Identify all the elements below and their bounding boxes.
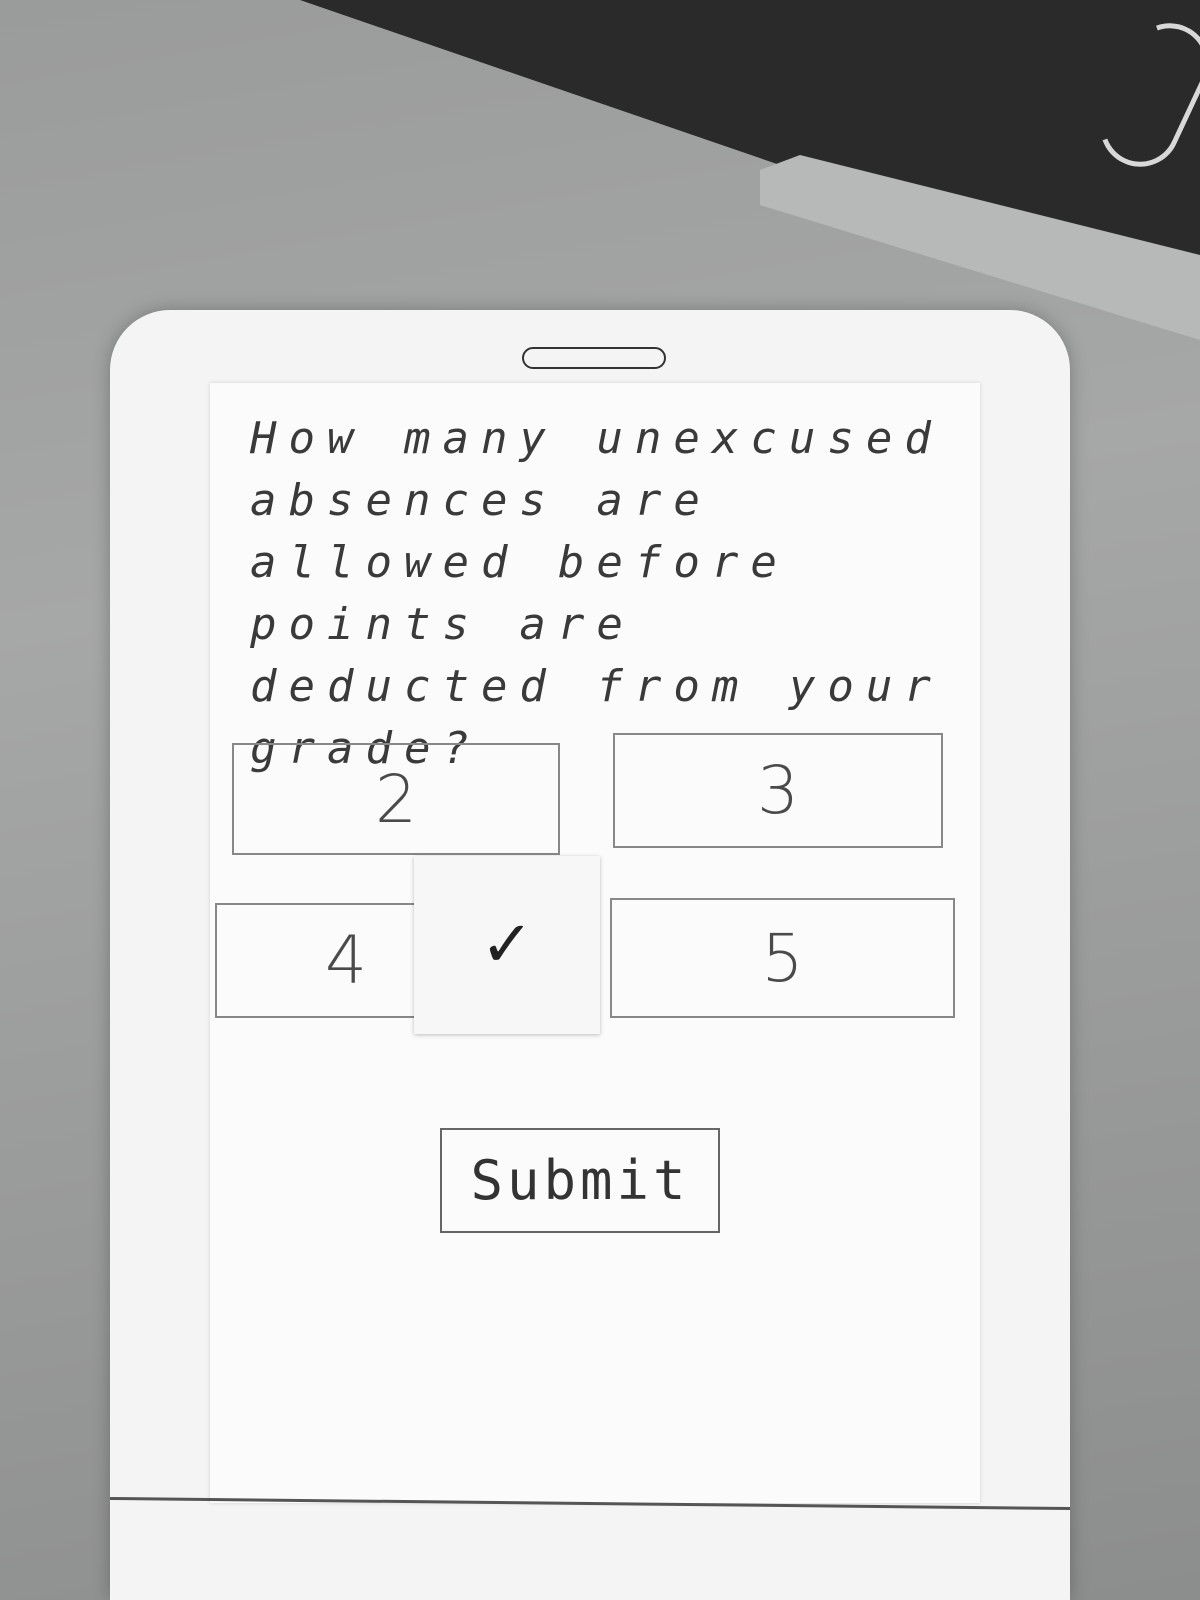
answer-option-2[interactable]: 2 xyxy=(232,743,560,855)
submit-button[interactable]: Submit xyxy=(440,1128,720,1233)
phone-screen: How many unexcused absences are allowed … xyxy=(210,383,980,1503)
question-text: How many unexcused absences are allowed … xyxy=(250,413,943,774)
checkmark-icon: ✓ xyxy=(414,856,600,1034)
answer-option-5[interactable]: 5 xyxy=(610,898,955,1018)
answer-option-3[interactable]: 3 xyxy=(613,733,943,848)
paper-phone-frame: How many unexcused absences are allowed … xyxy=(110,310,1070,1600)
speaker-slot-icon xyxy=(522,347,666,369)
